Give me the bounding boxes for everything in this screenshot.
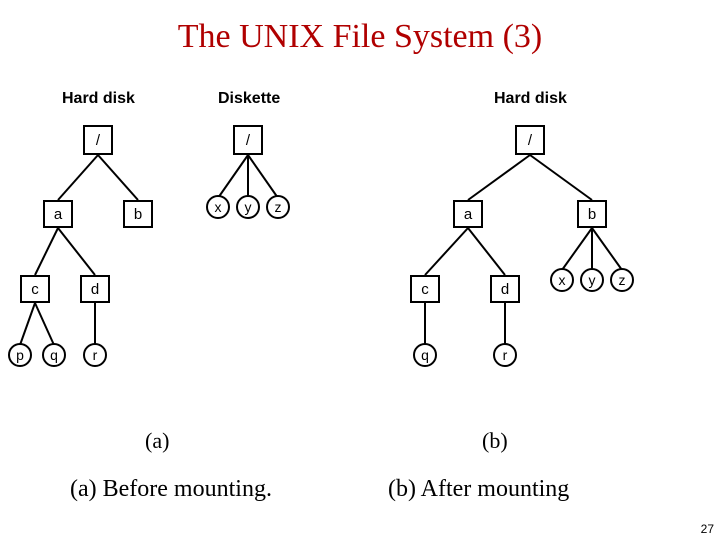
node-left-p: p [8, 343, 32, 367]
node-right-q: q [413, 343, 437, 367]
node-right-d: d [490, 275, 520, 303]
node-right-r: r [493, 343, 517, 367]
node-left-root: / [83, 125, 113, 155]
node-right-x: x [550, 268, 574, 292]
sublabel-b: (b) [482, 428, 508, 454]
mounting-diagram: Hard disk Diskette Hard disk / a b c d p… [0, 90, 720, 410]
node-left-r: r [83, 343, 107, 367]
node-left-a: a [43, 200, 73, 228]
header-hard-disk-right: Hard disk [494, 90, 567, 108]
header-hard-disk-left: Hard disk [62, 90, 135, 108]
caption-right: (b) After mounting [388, 476, 569, 503]
node-diskette-z: z [266, 195, 290, 219]
node-right-b: b [577, 200, 607, 228]
node-right-y: y [580, 268, 604, 292]
node-left-q: q [42, 343, 66, 367]
node-right-z: z [610, 268, 634, 292]
node-left-c: c [20, 275, 50, 303]
node-left-b: b [123, 200, 153, 228]
node-right-c: c [410, 275, 440, 303]
header-diskette: Diskette [218, 90, 280, 108]
sublabel-a: (a) [145, 428, 169, 454]
node-left-d: d [80, 275, 110, 303]
node-diskette-y: y [236, 195, 260, 219]
caption-left: (a) Before mounting. [70, 476, 272, 503]
page-number: 27 [701, 522, 714, 536]
slide-title: The UNIX File System (3) [0, 0, 720, 56]
node-right-root: / [515, 125, 545, 155]
node-diskette-root: / [233, 125, 263, 155]
node-diskette-x: x [206, 195, 230, 219]
node-right-a: a [453, 200, 483, 228]
